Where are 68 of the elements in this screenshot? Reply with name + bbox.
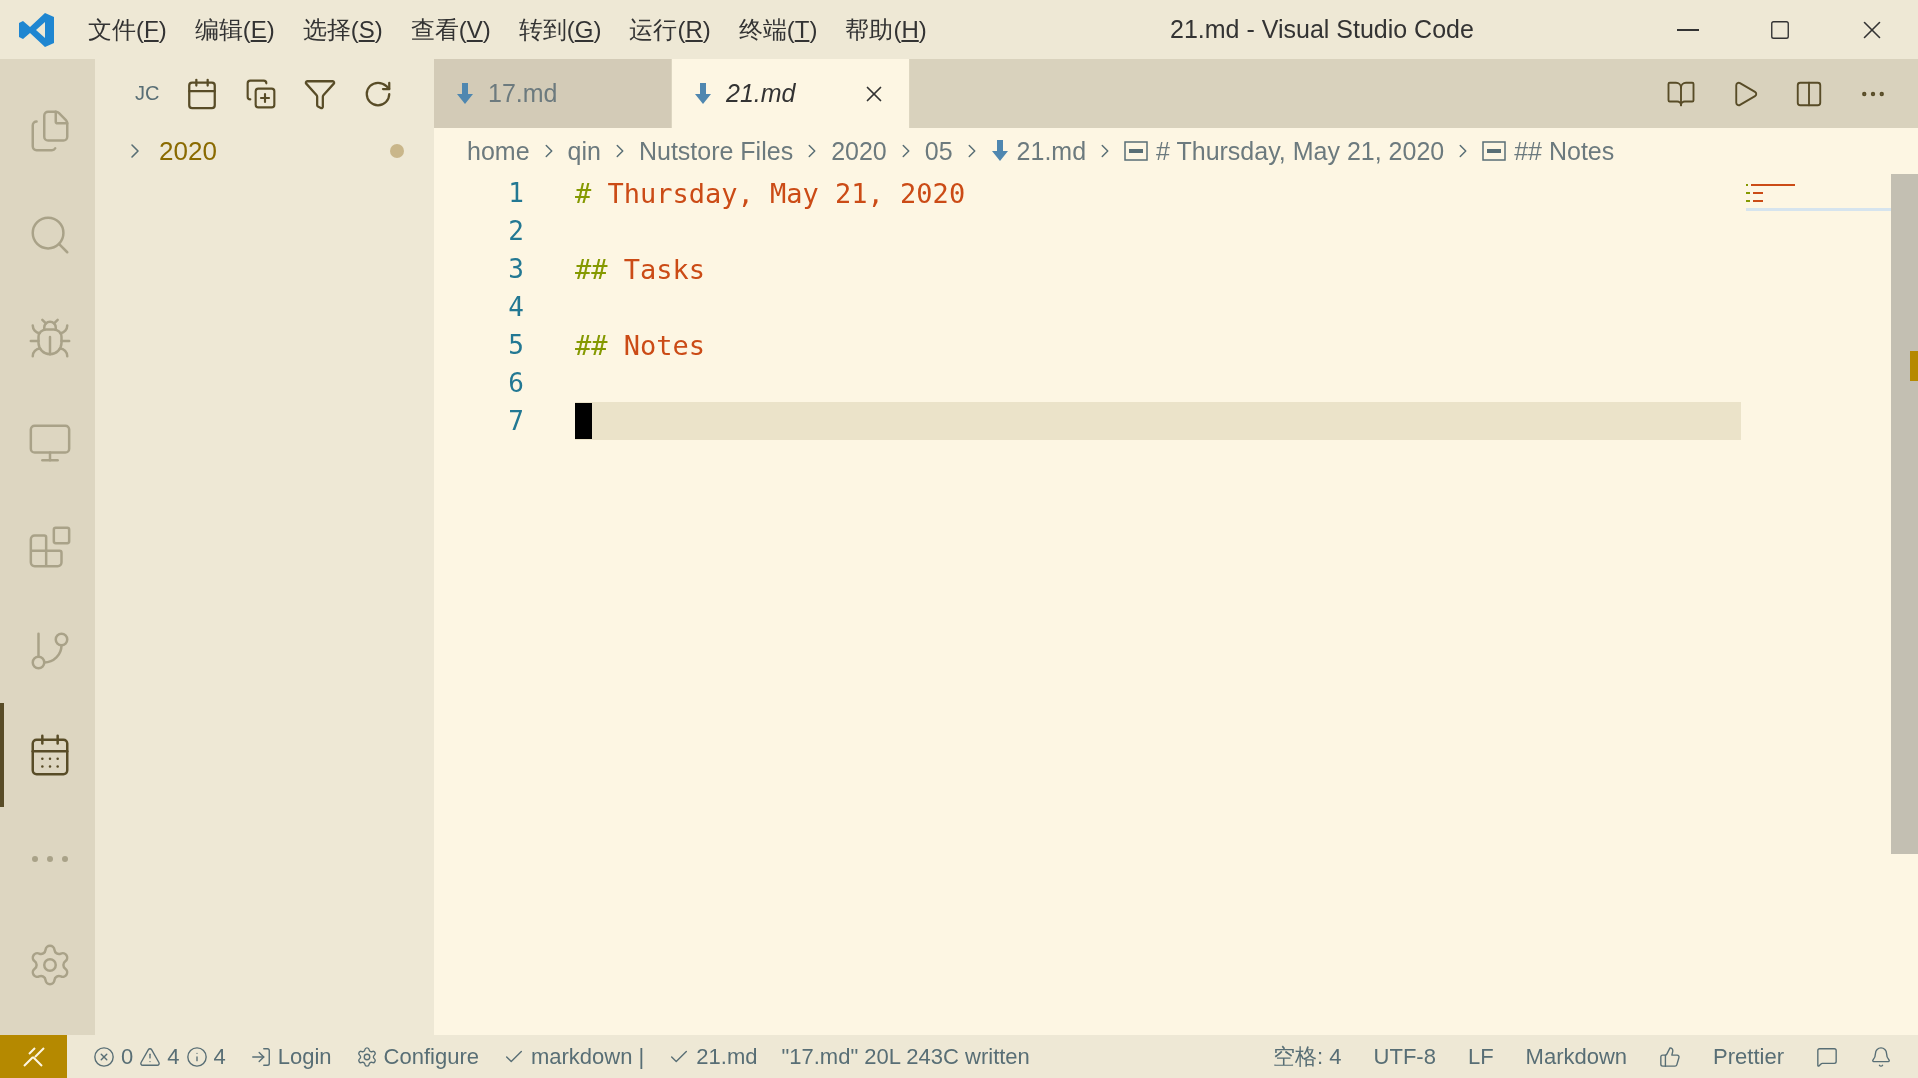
- bell-icon: [1870, 1045, 1892, 1068]
- menu-item[interactable]: 终端(T): [724, 13, 832, 46]
- menu-item[interactable]: 运行(R): [615, 13, 725, 46]
- editor-tab[interactable]: 17.md: [434, 59, 672, 128]
- menu-item[interactable]: 查看(V): [396, 13, 505, 46]
- status-item[interactable]: markdown |: [491, 1035, 657, 1078]
- breadcrumb-item[interactable]: # Thursday, May 21, 2020: [1156, 136, 1445, 166]
- breadcrumb-item[interactable]: 2020: [831, 136, 887, 166]
- tree-item[interactable]: 2020: [95, 128, 434, 174]
- error-count: 0: [121, 1043, 134, 1070]
- status-item[interactable]: Prettier: [1697, 1035, 1800, 1078]
- menu-item[interactable]: 选择(S): [288, 13, 397, 46]
- heading-marker: ##: [575, 253, 609, 285]
- heading-text: Thursday, May 21, 2020: [607, 177, 966, 209]
- info-count: 4: [213, 1043, 226, 1070]
- status-item[interactable]: Markdown: [1509, 1035, 1644, 1078]
- login-icon: [249, 1045, 272, 1068]
- breadcrumb-item[interactable]: qin: [567, 136, 601, 166]
- sidebar-title: JC: [135, 82, 160, 105]
- problems-button[interactable]: 0 4 4: [81, 1035, 238, 1078]
- status-item[interactable]: 21.md: [656, 1035, 770, 1078]
- breadcrumb-item[interactable]: 05: [924, 136, 953, 166]
- menu-item[interactable]: 编辑(E): [180, 13, 289, 46]
- status-item[interactable]: "17.md" 20L 243C written: [769, 1035, 1042, 1078]
- line-number: 4: [507, 292, 524, 322]
- line-number: 7: [507, 406, 524, 436]
- menu-item[interactable]: 文件(F): [74, 13, 181, 46]
- status-item[interactable]: Login: [237, 1035, 344, 1078]
- line-number: 2: [507, 216, 524, 246]
- breadcrumb-item[interactable]: 21.md: [1016, 136, 1087, 166]
- status-item[interactable]: 空格: 4: [1257, 1035, 1358, 1078]
- download-arrow-icon: [456, 82, 474, 105]
- breadcrumb-item[interactable]: ## Notes: [1514, 136, 1615, 166]
- heading-marker: ##: [575, 329, 609, 361]
- line-number: 5: [507, 330, 524, 360]
- menu-item[interactable]: 帮助(H): [831, 13, 941, 46]
- status-item[interactable]: Configure: [343, 1035, 491, 1078]
- string-symbol-icon: [1482, 141, 1507, 161]
- download-arrow-icon: [694, 82, 712, 105]
- scrollbar[interactable]: [1891, 174, 1918, 854]
- heading-text: Notes: [623, 329, 706, 361]
- line-number: 1: [507, 178, 524, 208]
- breadcrumb-item[interactable]: Nutstore Files: [638, 136, 794, 166]
- remote-button[interactable]: [0, 1035, 67, 1078]
- window-title: 21.md - Visual Studio Code: [1170, 15, 1474, 44]
- warning-count: 4: [167, 1043, 180, 1070]
- line-number: 6: [507, 368, 524, 398]
- menu-item[interactable]: 转到(G): [504, 13, 616, 46]
- status-item[interactable]: UTF-8: [1357, 1035, 1452, 1078]
- heading-text: Tasks: [623, 253, 706, 285]
- status-item[interactable]: LF: [1451, 1035, 1510, 1078]
- more-icon: [30, 855, 69, 863]
- text-cursor: [575, 403, 592, 439]
- editor-tab[interactable]: 21.md: [672, 59, 910, 128]
- minimize-icon: [1677, 28, 1699, 31]
- line-number: 3: [507, 254, 524, 284]
- maximize-icon: [1769, 18, 1791, 41]
- new-collection-button[interactable]: [245, 77, 278, 110]
- heading-marker: #: [575, 177, 593, 209]
- feedback-icon: [1816, 1045, 1838, 1068]
- warning-icon: [139, 1045, 162, 1068]
- thumbs-up-icon: [1659, 1045, 1682, 1068]
- info-icon: [185, 1045, 208, 1068]
- error-icon: [93, 1045, 115, 1068]
- download-arrow-icon: [990, 140, 1009, 162]
- string-symbol-icon: [1124, 141, 1149, 161]
- gear-icon: [355, 1045, 378, 1068]
- breadcrumb-item[interactable]: home: [467, 136, 530, 166]
